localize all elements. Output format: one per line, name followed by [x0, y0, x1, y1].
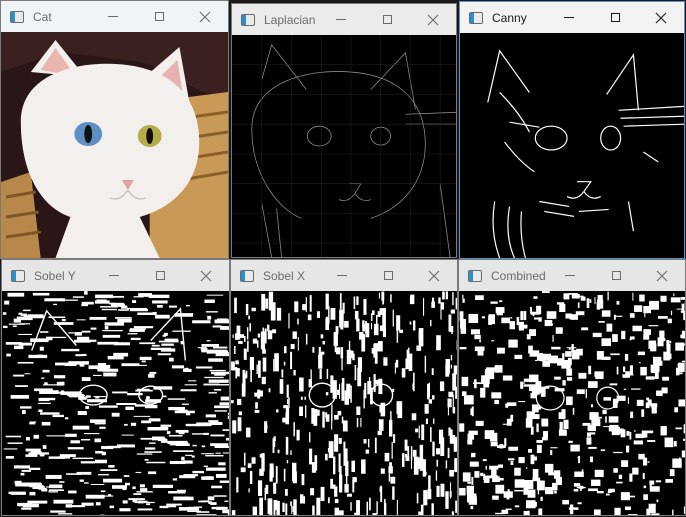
titlebar-laplacian[interactable]: Laplacian — [232, 4, 456, 35]
app-window-icon — [469, 11, 483, 24]
minimize-button[interactable] — [318, 4, 364, 35]
maximize-button[interactable] — [137, 260, 183, 291]
minimize-button[interactable] — [91, 260, 137, 291]
app-window-icon — [240, 269, 254, 282]
titlebar-combined[interactable]: Combined — [459, 260, 685, 291]
window-laplacian[interactable]: Laplacian — [231, 3, 457, 258]
window-title: Canny — [492, 10, 527, 25]
maximize-button[interactable] — [592, 2, 638, 33]
window-title: Cat — [33, 9, 52, 24]
window-cat[interactable]: Cat — [0, 0, 229, 259]
combined-edge-map — [459, 291, 685, 515]
window-title: Combined — [491, 268, 546, 283]
maximize-icon — [382, 15, 392, 24]
sobel-x-edge-map — [231, 291, 457, 515]
minimize-icon — [108, 16, 118, 17]
close-icon — [428, 270, 440, 281]
window-title: Sobel Y — [34, 268, 76, 283]
minimize-icon — [564, 17, 574, 18]
maximize-button[interactable] — [136, 1, 182, 32]
close-icon — [427, 14, 439, 25]
window-title: Sobel X — [263, 268, 306, 283]
close-icon — [200, 270, 212, 281]
close-icon — [656, 270, 668, 281]
maximize-icon — [383, 271, 393, 280]
close-button[interactable] — [639, 260, 685, 291]
close-icon — [655, 12, 667, 23]
cat-photo — [1, 32, 228, 258]
minimize-icon — [565, 275, 575, 276]
maximize-button[interactable] — [365, 260, 411, 291]
laplacian-edge-map — [232, 35, 456, 257]
maximize-icon — [610, 13, 620, 22]
canny-edge-map — [460, 33, 684, 258]
maximize-icon — [611, 271, 621, 280]
titlebar-cat[interactable]: Cat — [1, 1, 228, 32]
app-window-icon — [11, 269, 25, 282]
maximize-icon — [155, 271, 165, 280]
minimize-button[interactable] — [319, 260, 365, 291]
window-sobel-y[interactable]: Sobel Y — [1, 259, 230, 516]
window-combined[interactable]: Combined — [458, 259, 686, 516]
close-button[interactable] — [638, 2, 684, 33]
minimize-icon — [337, 275, 347, 276]
maximize-icon — [154, 12, 164, 21]
app-window-icon — [468, 269, 482, 282]
minimize-icon — [336, 19, 346, 20]
close-button[interactable] — [411, 260, 457, 291]
close-button[interactable] — [183, 260, 229, 291]
window-title: Laplacian — [264, 12, 316, 27]
minimize-icon — [109, 275, 119, 276]
minimize-button[interactable] — [547, 260, 593, 291]
app-window-icon — [10, 10, 24, 23]
close-button[interactable] — [410, 4, 456, 35]
window-canny[interactable]: Canny — [459, 1, 685, 259]
titlebar-sobel-x[interactable]: Sobel X — [231, 260, 457, 291]
maximize-button[interactable] — [593, 260, 639, 291]
minimize-button[interactable] — [546, 2, 592, 33]
sobel-y-edge-map — [2, 291, 229, 515]
minimize-button[interactable] — [90, 1, 136, 32]
close-button[interactable] — [182, 1, 228, 32]
titlebar-sobel-y[interactable]: Sobel Y — [2, 260, 229, 291]
maximize-button[interactable] — [364, 4, 410, 35]
app-window-icon — [241, 13, 255, 26]
titlebar-canny[interactable]: Canny — [460, 2, 684, 33]
close-icon — [199, 11, 211, 22]
window-sobel-x[interactable]: Sobel X — [230, 259, 458, 516]
